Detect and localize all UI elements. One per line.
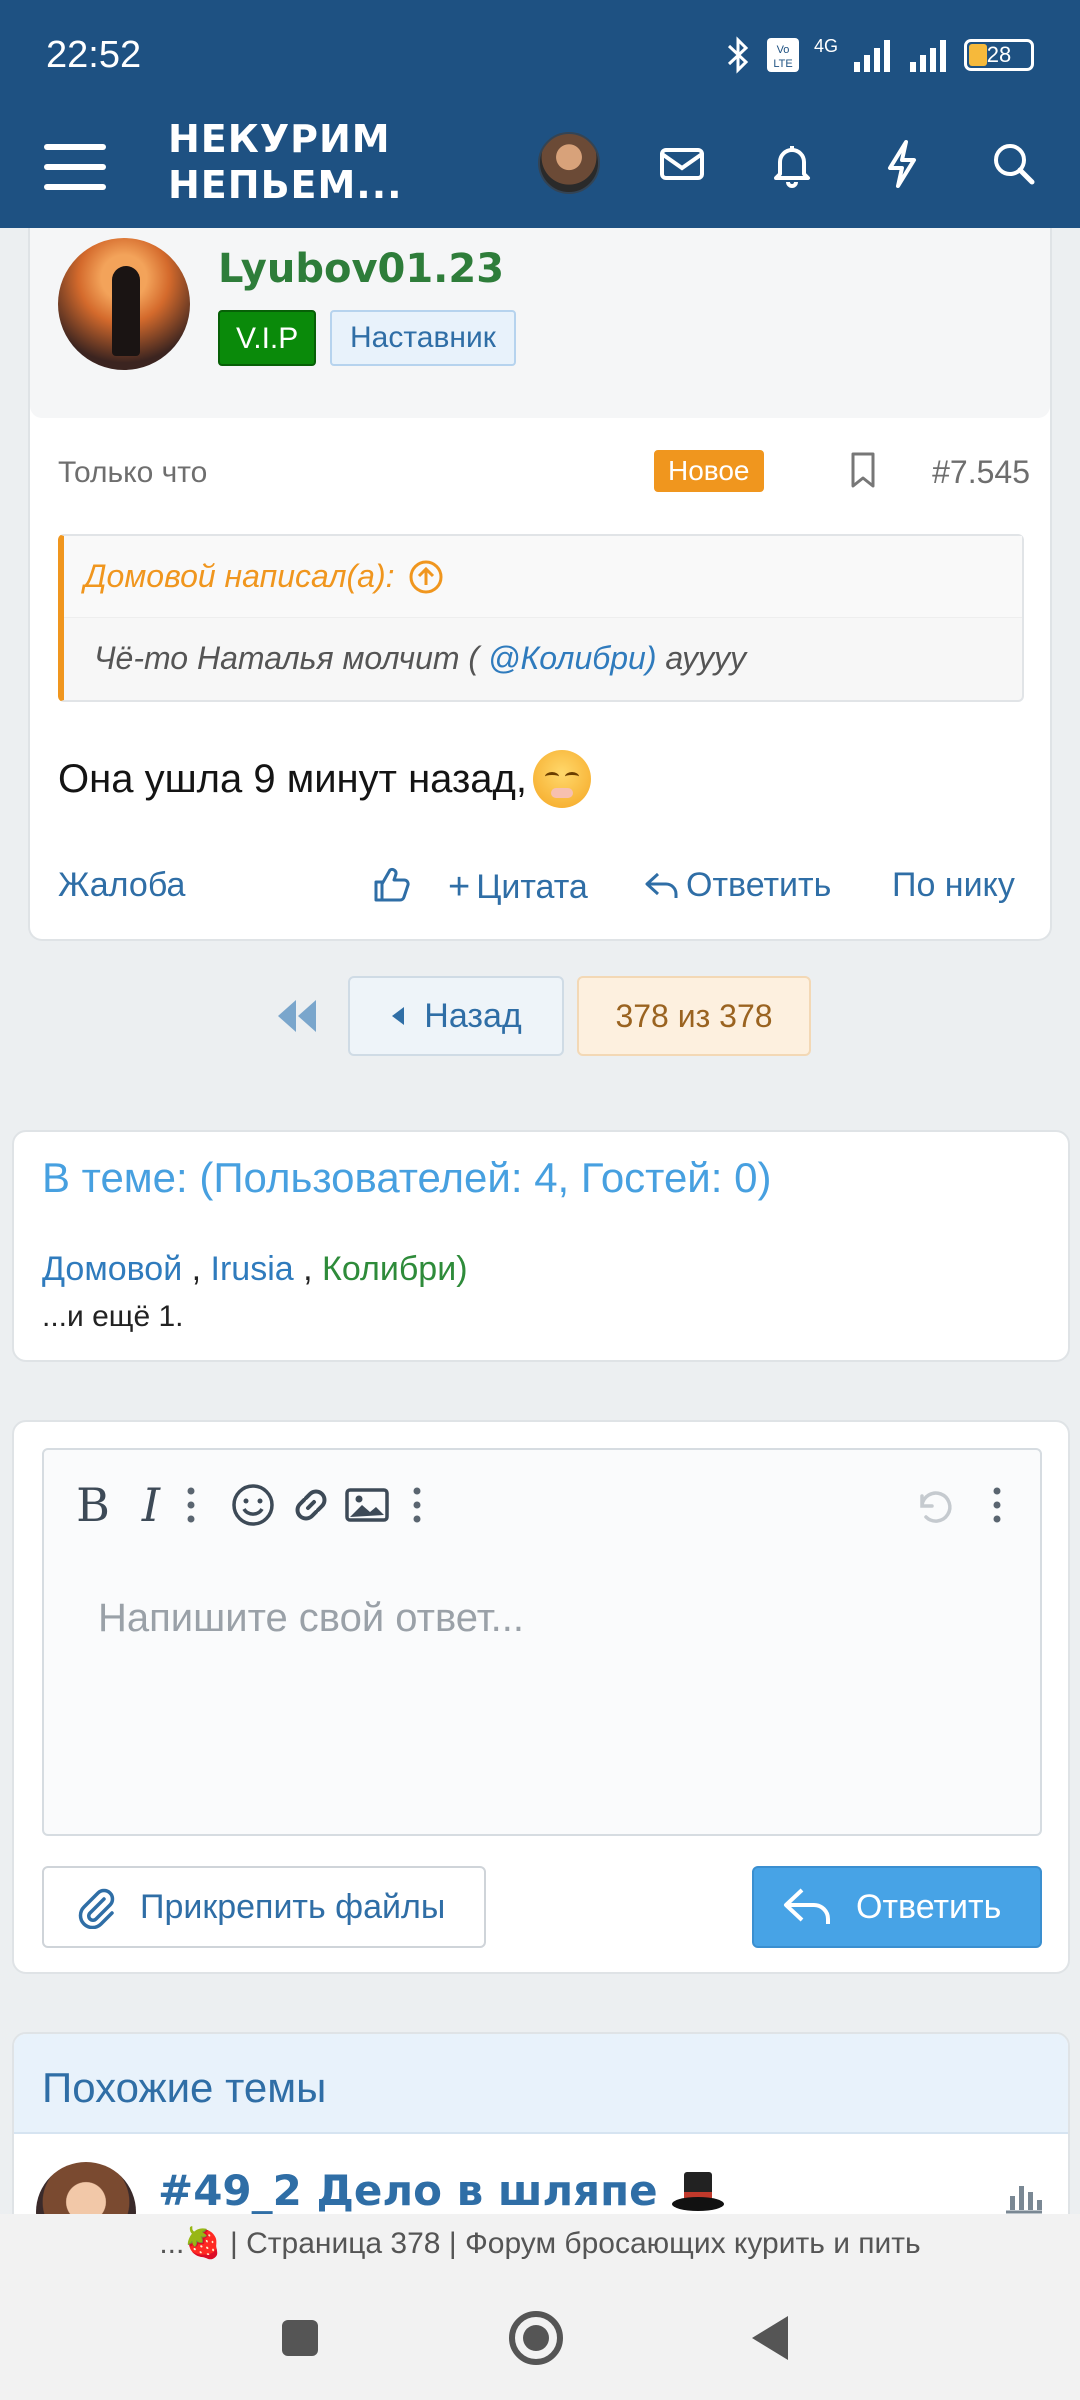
back-label: Назад (424, 996, 522, 1035)
back-page-button[interactable]: Назад (348, 976, 564, 1056)
in-thread-more: ...и ещё 1. (42, 1300, 184, 1333)
top-bar: 22:52 Vo LTE 4G 28 НЕКУРИМ НЕПЬЕМ... (0, 0, 1080, 228)
vip-badge: V.I.P (218, 310, 317, 366)
quote-button[interactable]: + Цитата (448, 866, 588, 909)
similar-thread-title[interactable]: #49_2 Дело в шляпе (158, 2166, 726, 2215)
bell-icon[interactable] (762, 134, 822, 194)
by-nick-button[interactable]: По нику (892, 866, 1015, 905)
post-text: Она ушла 9 минут назад, (58, 756, 528, 801)
like-icon[interactable] (370, 864, 412, 906)
inbox-icon[interactable] (652, 134, 712, 194)
reply-placeholder: Напишите свой ответ... (98, 1596, 524, 1640)
back-icon[interactable] (736, 2302, 808, 2374)
logo-line1: НЕКУРИМ (168, 117, 391, 161)
network-type: 4G (813, 36, 838, 56)
more-vertical-icon[interactable] (164, 1478, 218, 1532)
reply-panel: B I Напишите свой ответ... Прикрепить фа… (12, 1420, 1070, 1974)
smiley-icon[interactable] (226, 1478, 280, 1532)
by-nick-label: По нику (892, 866, 1015, 904)
quote-mention[interactable]: @Колибри) (488, 640, 657, 676)
in-thread-panel: В теме: (Пользователей: 4, Гостей: 0) До… (12, 1130, 1070, 1362)
quote-text-before: Чё-то Наталья молчит ( (94, 640, 488, 676)
search-icon[interactable] (984, 134, 1044, 194)
arrow-up-circle-icon[interactable] (408, 559, 444, 595)
poster-avatar[interactable] (58, 238, 190, 370)
more-vertical-icon[interactable] (390, 1478, 444, 1532)
send-reply-button[interactable]: Ответить (752, 1866, 1042, 1948)
page-indicator[interactable]: 378 из 378 (577, 976, 811, 1056)
image-icon[interactable] (340, 1478, 394, 1532)
app-header: НЕКУРИМ НЕПЬЕМ... (0, 114, 1080, 228)
battery-level: 28 (986, 42, 1012, 67)
thread-title-text: #49_2 Дело в шляпе (158, 2166, 658, 2215)
quote-text-after: ауууу (656, 640, 747, 676)
attach-files-button[interactable]: Прикрепить файлы (42, 1866, 486, 1948)
system-nav-bar (0, 2274, 1080, 2400)
browser-page-title: ...🍓 | Страница 378 | Форум бросающих ку… (0, 2214, 1080, 2274)
volte-icon: Vo LTE (766, 38, 799, 72)
battery-icon: 28 (964, 39, 1034, 71)
reply-icon (784, 1888, 830, 1924)
link-icon[interactable] (284, 1478, 338, 1532)
post-card: Lyubov01.23 V.I.P Наставник Только что Н… (28, 228, 1052, 941)
top-hat-icon (671, 2171, 724, 2211)
status-icons: Vo LTE 4G 28 (726, 36, 1034, 74)
bold-icon[interactable]: B (66, 1478, 120, 1532)
bar-chart-icon[interactable] (1002, 2176, 1046, 2216)
quote-label: Цитата (476, 868, 588, 906)
post-number[interactable]: #7.545 (932, 454, 1030, 491)
quote-author: Домовой написал(а): (84, 558, 395, 594)
menu-icon[interactable] (44, 136, 106, 198)
more-vertical-icon[interactable] (970, 1478, 1024, 1532)
similar-heading: Похожие темы (14, 2034, 1068, 2134)
signal-icon (854, 40, 890, 72)
new-badge: Новое (654, 450, 764, 492)
reply-editor[interactable]: B I Напишите свой ответ... (42, 1448, 1042, 1836)
post-time[interactable]: Только что (58, 456, 207, 490)
reply-icon (645, 872, 678, 898)
quote-body: Чё-то Наталья молчит ( @Колибри) ауууу (64, 618, 1022, 699)
site-logo[interactable]: НЕКУРИМ НЕПЬЕМ... (168, 116, 403, 208)
poster-username[interactable]: Lyubov01.23 (218, 246, 504, 292)
send-label: Ответить (856, 1887, 1002, 1926)
logo-line2: НЕПЬЕМ... (168, 163, 403, 207)
home-icon[interactable] (500, 2302, 572, 2374)
thread-user-link[interactable]: Колибри) (322, 1250, 468, 1288)
post-body: Она ушла 9 минут назад, (58, 750, 592, 808)
signal-icon-2 (910, 40, 946, 72)
post-actions: Жалоба + Цитата Ответить По нику (30, 856, 1050, 916)
paperclip-icon (78, 1888, 115, 1929)
status-time: 22:52 (46, 34, 142, 76)
reply-label: Ответить (686, 866, 832, 904)
status-bar: 22:52 Vo LTE 4G 28 (0, 0, 1080, 114)
blush-emoji-icon (533, 750, 592, 808)
bookmark-icon[interactable] (846, 450, 880, 490)
thread-user-link[interactable]: Irusia (211, 1250, 294, 1288)
svg-text:Vo: Vo (777, 44, 790, 56)
quote-header[interactable]: Домовой написал(а): (64, 536, 1022, 618)
lightning-icon[interactable] (872, 134, 932, 194)
recent-apps-icon[interactable] (264, 2302, 336, 2374)
first-page-icon[interactable] (272, 996, 322, 1036)
role-badge: Наставник (330, 310, 516, 366)
editor-toolbar: B I (44, 1450, 1040, 1560)
in-thread-title[interactable]: В теме: (Пользователей: 4, Гостей: 0) (42, 1154, 771, 1202)
caret-left-icon (392, 1007, 405, 1025)
quote-block: Домовой написал(а): Чё-то Наталья молчит… (58, 534, 1024, 702)
post-user-block: Lyubov01.23 V.I.P Наставник (30, 228, 1050, 418)
thread-user-link[interactable]: Домовой (42, 1250, 182, 1288)
report-button[interactable]: Жалоба (58, 866, 185, 905)
attach-label: Прикрепить файлы (140, 1887, 446, 1926)
reply-button[interactable]: Ответить (644, 866, 831, 905)
report-label: Жалоба (58, 866, 186, 904)
user-avatar[interactable] (538, 132, 600, 194)
undo-icon[interactable] (906, 1478, 960, 1532)
svg-text:LTE: LTE (773, 58, 792, 70)
plus-icon: + (448, 866, 471, 908)
in-thread-users: Домовой , Irusia , Колибри) (42, 1250, 468, 1288)
bluetooth-icon (727, 36, 749, 74)
